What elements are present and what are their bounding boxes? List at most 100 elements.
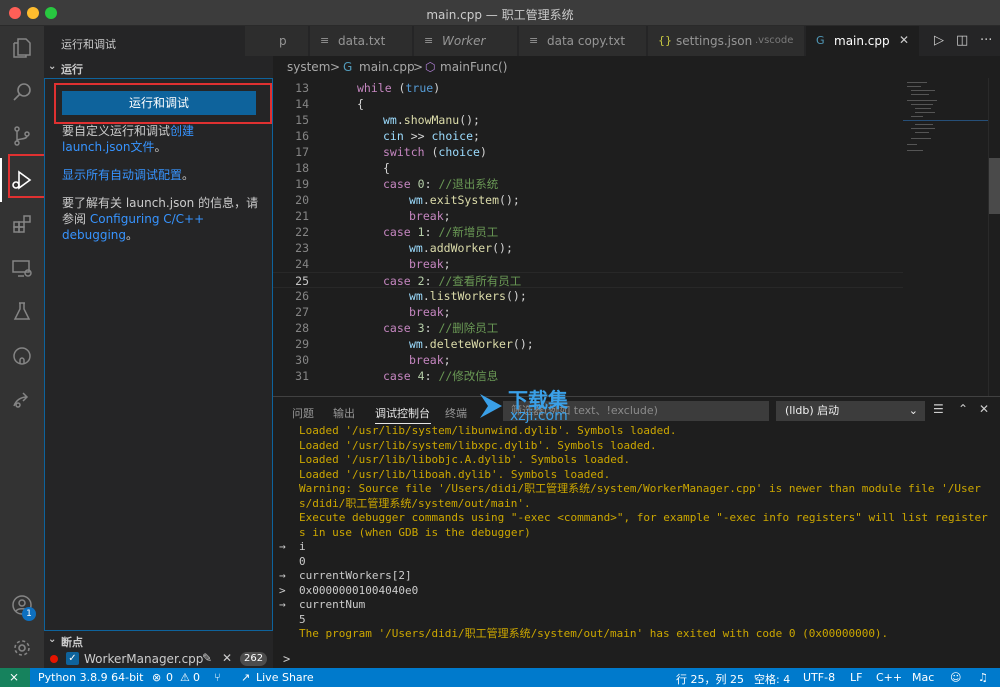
code-text: break; <box>409 304 451 320</box>
code-editor[interactable]: 13 while (true) 14{15 wm.showManu(); 16 cin >… <box>273 78 1000 396</box>
warning-count[interactable]: 0 <box>193 671 200 684</box>
code-token: break <box>409 257 444 271</box>
tab-settings-json[interactable]: {} settings.json .vscode <box>648 26 805 56</box>
remove-breakpoint-icon[interactable]: ✕ <box>222 651 232 665</box>
python-interpreter[interactable]: Python 3.8.9 64-bit <box>38 671 143 684</box>
code-token: (); <box>512 337 534 351</box>
line-number: 18 <box>295 161 309 175</box>
editor-scrollbar-thumb[interactable] <box>989 158 1000 214</box>
code-line[interactable]: 26 wm.listWorkers(); <box>273 288 903 304</box>
chevron-down-icon: ⌄ <box>48 61 57 72</box>
line-number: 27 <box>295 305 309 319</box>
testing-icon[interactable] <box>0 290 44 334</box>
split-editor-icon[interactable]: ◫ <box>956 33 968 48</box>
minimap[interactable] <box>903 78 988 396</box>
code-line[interactable]: 25 case 2: //查看所有员工 <box>273 272 903 288</box>
code-token: (); <box>459 113 480 127</box>
code-token: //修改信息 <box>438 369 499 383</box>
code-token: exitSystem <box>429 193 500 207</box>
status-bar: ⨯ Python 3.8.9 64-bit ⊗ 0 ⚠ 0 ⑂ ↗ Live S… <box>0 668 1000 687</box>
remote-indicator[interactable]: ⨯ <box>0 668 30 687</box>
code-line[interactable]: 23 wm.addWorker(); <box>273 240 903 256</box>
code-token: : <box>424 177 439 191</box>
code-line[interactable]: 31 case 4: //修改信息 <box>273 368 903 384</box>
code-line[interactable]: 13 while (true) <box>273 80 903 96</box>
tab-partial[interactable]: p <box>245 26 309 56</box>
file-link[interactable]: 文件 <box>130 140 154 154</box>
more-actions-icon[interactable]: ··· <box>980 33 992 48</box>
code-line[interactable]: 21 break; <box>273 208 903 224</box>
show-all-configs-link[interactable]: 显示所有自动调试配置 <box>62 168 182 182</box>
run-section-header[interactable]: ⌄ 运行 <box>44 58 273 78</box>
code-line[interactable]: 24 break; <box>273 256 903 272</box>
run-and-debug-button[interactable]: 运行和调试 <box>62 91 256 115</box>
code-line[interactable]: 15 wm.showManu(); <box>273 112 903 128</box>
edit-pencil-icon[interactable]: ✎ <box>202 651 212 665</box>
tab-worker[interactable]: ≡ Worker <box>414 26 518 56</box>
expand-chevron-icon[interactable]: > <box>279 584 286 597</box>
cursor-position[interactable]: 行 25，列 25 <box>676 671 744 687</box>
text-file-icon: ≡ <box>424 34 434 47</box>
code-line[interactable]: 27 break; <box>273 304 903 320</box>
close-tab-icon[interactable]: ✕ <box>899 33 909 47</box>
indentation[interactable]: 空格: 4 <box>754 671 790 687</box>
code-line[interactable]: 14 { <box>273 96 903 112</box>
github-icon[interactable] <box>0 334 44 378</box>
code-line[interactable]: 29 wm.deleteWorker(); <box>273 336 903 352</box>
code-line[interactable]: 17 switch (choice) <box>273 144 903 160</box>
tab-output[interactable]: 输出 <box>333 405 355 421</box>
live-share-icon: ↗ <box>241 671 251 684</box>
breakpoint-checkbox[interactable]: ✓ <box>66 652 79 665</box>
notifications-bell-icon[interactable]: ♫ <box>978 671 988 684</box>
platform[interactable]: Mac <box>912 671 934 684</box>
end-of-line[interactable]: LF <box>850 671 862 684</box>
code-line[interactable]: 16 cin >> choice; <box>273 128 903 144</box>
debug-console-output[interactable]: Loaded '/usr/lib/system/libunwind.dylib'… <box>273 424 1000 668</box>
tab-main-cpp[interactable]: G main.cpp ✕ <box>806 26 920 56</box>
remote-explorer-icon[interactable] <box>0 246 44 290</box>
code-line[interactable]: 28 case 3: //删除员工 <box>273 320 903 336</box>
code-line[interactable]: 18 { <box>273 160 903 176</box>
extensions-icon[interactable] <box>0 202 44 246</box>
manage-gear-icon[interactable] <box>0 626 44 670</box>
tab-problems[interactable]: 问题 <box>292 405 314 421</box>
live-share-button[interactable]: Live Share <box>256 671 314 684</box>
code-token: case <box>383 177 411 191</box>
breakpoint-item[interactable]: ✓ WorkerManager.cpp ✎ ✕ 262 <box>44 649 273 669</box>
code-text: case 2: //查看所有员工 <box>383 273 521 289</box>
explorer-icon[interactable] <box>0 26 44 70</box>
language-mode[interactable]: C++ <box>876 671 902 684</box>
error-count[interactable]: 0 <box>166 671 173 684</box>
close-panel-icon[interactable]: ✕ <box>979 402 989 416</box>
clear-console-icon[interactable]: ☰ <box>933 402 944 416</box>
editor-tab-bar: p ≡ data.txt ≡ Worker ≡ data copy.txt {}… <box>245 26 1000 56</box>
maximize-panel-icon[interactable]: ⌃ <box>958 402 968 416</box>
code-line[interactable]: 19 case 0: //退出系统 <box>273 176 903 192</box>
accounts-icon[interactable]: 1 <box>0 583 44 627</box>
encoding[interactable]: UTF-8 <box>803 671 835 684</box>
editor-scrollbar[interactable] <box>988 78 1000 396</box>
run-and-debug-icon[interactable] <box>0 158 44 202</box>
search-icon[interactable] <box>0 70 44 114</box>
breadcrumb-file[interactable]: main.cpp <box>359 60 415 74</box>
launch-config-select[interactable]: (lldb) 启动 ⌄ <box>776 401 925 421</box>
console-prompt[interactable]: > <box>283 652 290 666</box>
live-share-icon[interactable] <box>0 378 44 422</box>
line-number: 15 <box>295 113 309 127</box>
code-line[interactable]: 22 case 1: //新增员工 <box>273 224 903 240</box>
breakpoints-section-header[interactable]: ⌄ 断点 <box>44 631 273 651</box>
code-line[interactable]: 30 break; <box>273 352 903 368</box>
tab-debug-console[interactable]: 调试控制台 <box>375 405 430 421</box>
debug-icon[interactable]: ⑂ <box>214 671 221 684</box>
tab-data-copy-txt[interactable]: ≡ data copy.txt <box>519 26 647 56</box>
code-token: addWorker <box>429 241 493 255</box>
run-file-icon[interactable]: ▷ <box>934 33 944 48</box>
source-control-icon[interactable] <box>0 114 44 158</box>
breadcrumb-symbol[interactable]: mainFunc() <box>440 60 507 74</box>
code-line[interactable]: 20 wm.exitSystem(); <box>273 192 903 208</box>
breadcrumb-folder[interactable]: system <box>287 60 330 74</box>
tab-terminal[interactable]: 终端 <box>445 405 467 421</box>
feedback-icon[interactable]: ☺ <box>950 671 961 684</box>
tab-data-txt[interactable]: ≡ data.txt <box>310 26 413 56</box>
watermark-sub: xzji.com <box>510 408 568 424</box>
